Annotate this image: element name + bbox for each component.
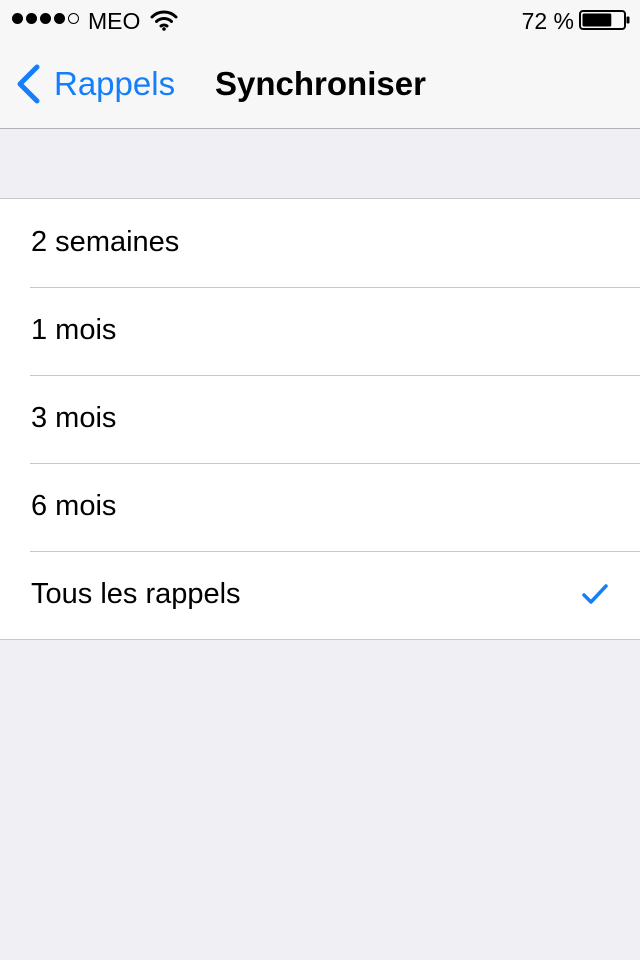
battery-icon — [579, 10, 630, 30]
signal-dot — [54, 13, 65, 24]
signal-dot — [40, 13, 51, 24]
sync-option-label: 6 mois — [31, 490, 117, 522]
page-title: Synchroniser — [215, 65, 426, 102]
wifi-icon — [150, 10, 178, 31]
sync-option-label: Tous les rappels — [31, 578, 241, 610]
chevron-left-icon — [17, 64, 40, 104]
signal-dot — [26, 13, 37, 24]
sync-option-row[interactable]: Tous les rappels — [0, 551, 640, 639]
checkmark-icon — [582, 584, 608, 604]
back-button[interactable]: Rappels — [14, 62, 175, 106]
sync-option-row[interactable]: 2 semaines — [0, 199, 640, 287]
battery-percentage: 72 % — [521, 8, 574, 34]
sync-options-list: 2 semaines 1 mois 3 mois 6 mois Tous les rap… — [0, 198, 640, 640]
sync-option-label: 3 mois — [31, 402, 117, 434]
sync-option-label: 1 mois — [31, 314, 117, 346]
sync-option-row[interactable]: 1 mois — [0, 287, 640, 375]
sync-option-label: 2 semaines — [31, 226, 180, 258]
cellular-signal-icon — [12, 13, 79, 24]
signal-dot — [12, 13, 23, 24]
back-button-label: Rappels — [54, 65, 176, 102]
navigation-bar: Rappels Synchroniser — [0, 40, 640, 129]
carrier-name: MEO — [88, 8, 141, 34]
sync-option-row[interactable]: 3 mois — [0, 375, 640, 463]
signal-dot — [68, 13, 79, 24]
status-bar: MEO 72 % — [0, 0, 640, 40]
sync-option-row[interactable]: 6 mois — [0, 463, 640, 551]
